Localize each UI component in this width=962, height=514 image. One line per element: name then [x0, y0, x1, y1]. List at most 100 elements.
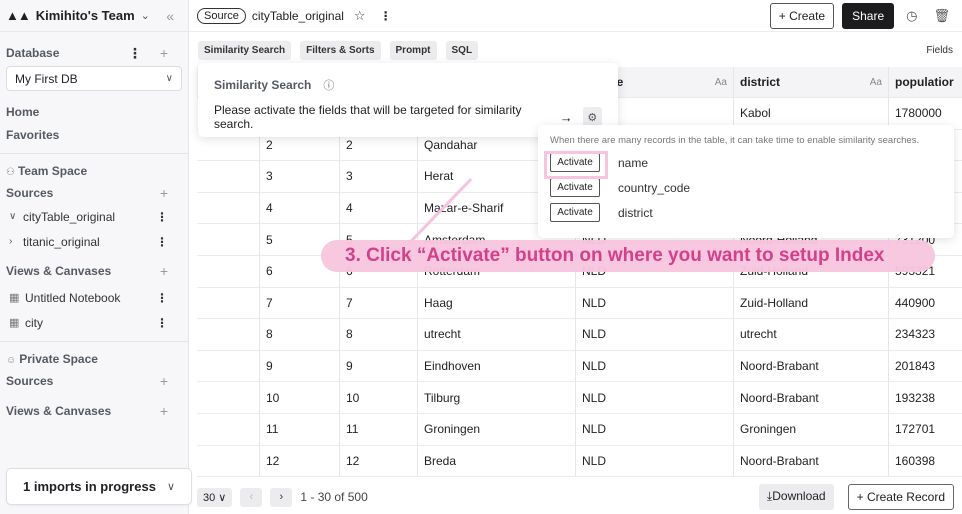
more-icon[interactable]: ⋮: [156, 235, 168, 249]
table-cell[interactable]: 1780000: [889, 98, 962, 129]
add-source-icon[interactable]: +: [160, 373, 168, 389]
table-cell[interactable]: 8: [260, 319, 340, 350]
table-row[interactable]: 9 9 Eindhoven NLD Noord-Brabant 201843: [197, 350, 962, 383]
view-item[interactable]: ▦ Untitled Notebook ⋮: [0, 285, 188, 310]
table-cell[interactable]: utrecht: [734, 319, 889, 350]
table-row[interactable]: 7 7 Haag NLD Zuid-Holland 440900: [197, 287, 962, 320]
table-cell[interactable]: [197, 382, 260, 413]
table-cell[interactable]: 440900: [889, 288, 962, 319]
table-cell[interactable]: NLD: [576, 413, 734, 445]
page-size-select[interactable]: 30 ∨: [197, 487, 233, 507]
table-cell[interactable]: 201843: [889, 351, 962, 382]
table-cell[interactable]: 7: [340, 287, 418, 319]
more-icon[interactable]: ⋮: [380, 9, 392, 23]
table-cell[interactable]: 11: [260, 413, 340, 445]
table-cell[interactable]: Breda: [418, 445, 576, 477]
table-cell[interactable]: [197, 413, 260, 445]
history-icon[interactable]: ◷: [902, 8, 921, 24]
chevron-down-icon[interactable]: ∨: [167, 480, 175, 493]
source-item[interactable]: ∨ cityTable_original ⋮: [0, 204, 188, 229]
table-row[interactable]: 12 12 Breda NLD Noord-Brabant 160398: [197, 445, 962, 478]
chevron-right-icon[interactable]: ›: [9, 236, 23, 247]
collapse-sidebar-icon[interactable]: «: [166, 8, 174, 24]
table-cell[interactable]: NLD: [576, 445, 734, 477]
table-row[interactable]: 11 11 Groningen NLD Groningen 172701: [197, 413, 962, 446]
table-cell[interactable]: 9: [260, 350, 340, 382]
table-cell[interactable]: utrecht: [418, 319, 576, 350]
table-cell[interactable]: 160398: [889, 446, 962, 477]
header-cell-population[interactable]: populatior: [889, 67, 962, 97]
nav-favorites[interactable]: Favorites: [0, 124, 188, 147]
table-cell[interactable]: Eindhoven: [418, 350, 576, 382]
chevron-down-icon[interactable]: ⌄: [141, 9, 150, 22]
similarity-search-button[interactable]: Similarity Search: [198, 41, 292, 60]
table-cell[interactable]: 4: [340, 192, 418, 224]
trash-icon[interactable]: 🗑︎: [929, 8, 954, 24]
star-icon[interactable]: ☆: [354, 8, 366, 24]
table-cell[interactable]: [197, 192, 260, 224]
add-database-icon[interactable]: +: [160, 45, 168, 62]
table-cell[interactable]: Zuid-Holland: [734, 287, 889, 319]
prev-page-button[interactable]: ‹: [240, 487, 263, 507]
activate-button[interactable]: Activate: [550, 178, 600, 197]
table-cell[interactable]: 10: [260, 382, 340, 413]
table-cell[interactable]: [197, 224, 260, 255]
table-cell[interactable]: Haag: [418, 287, 576, 319]
add-view-icon[interactable]: +: [160, 263, 168, 279]
fields-button[interactable]: Fields: [926, 45, 953, 56]
table-cell[interactable]: 12: [260, 445, 340, 477]
table-cell[interactable]: 4: [260, 192, 340, 224]
share-button[interactable]: Share: [842, 2, 895, 29]
table-cell[interactable]: 3: [340, 161, 418, 192]
gear-icon[interactable]: ⚙: [582, 107, 602, 127]
create-record-button[interactable]: + Create Record: [847, 484, 954, 510]
more-icon[interactable]: ⋮: [156, 291, 168, 305]
table-cell[interactable]: Noord-Brabant: [734, 350, 889, 382]
help-icon[interactable]: ⓘ: [323, 80, 334, 92]
table-cell[interactable]: NLD: [576, 350, 734, 382]
table-cell[interactable]: [197, 445, 260, 477]
table-cell[interactable]: 10: [340, 382, 418, 413]
table-cell[interactable]: [197, 255, 260, 287]
view-item[interactable]: ▦ city ⋮: [0, 310, 188, 335]
table-cell[interactable]: Kabol: [734, 98, 889, 129]
table-row[interactable]: 10 10 Tilburg NLD Noord-Brabant 193238: [197, 382, 962, 414]
nav-home[interactable]: Home: [0, 101, 188, 124]
table-cell[interactable]: [197, 287, 260, 319]
database-more-icon[interactable]: ⋮: [128, 45, 142, 62]
table-cell[interactable]: 172701: [889, 414, 962, 445]
imports-progress[interactable]: 1 imports in progress ∨: [6, 468, 192, 505]
table-cell[interactable]: 3: [260, 161, 340, 192]
table-row[interactable]: 8 8 utrecht NLD utrecht 234323: [197, 319, 962, 351]
create-button[interactable]: + Create: [769, 2, 835, 29]
table-cell[interactable]: Noord-Brabant: [734, 445, 889, 477]
table-cell[interactable]: [197, 350, 260, 382]
chevron-down-icon[interactable]: ∨: [9, 211, 23, 222]
table-cell[interactable]: 9: [340, 350, 418, 382]
activate-button[interactable]: Activate: [550, 203, 600, 222]
more-icon[interactable]: ⋮: [156, 316, 168, 330]
sql-button[interactable]: SQL: [445, 41, 479, 60]
team-name[interactable]: Kimihito's Team: [36, 8, 135, 23]
table-cell[interactable]: NLD: [576, 382, 734, 413]
table-cell[interactable]: Groningen: [734, 413, 889, 445]
database-select[interactable]: My First DB ∨: [6, 66, 182, 91]
download-button[interactable]: ⤓Download: [758, 484, 834, 510]
table-cell[interactable]: 193238: [889, 382, 962, 413]
filters-sorts-button[interactable]: Filters & Sorts: [300, 41, 381, 60]
table-cell[interactable]: NLD: [576, 319, 734, 350]
table-cell[interactable]: Tilburg: [418, 382, 576, 413]
add-source-icon[interactable]: +: [160, 185, 168, 201]
table-cell[interactable]: 12: [340, 445, 418, 477]
more-icon[interactable]: ⋮: [156, 210, 168, 224]
next-page-button[interactable]: ›: [270, 487, 293, 507]
table-cell[interactable]: 234323: [889, 319, 962, 350]
table-cell[interactable]: NLD: [576, 287, 734, 319]
table-cell[interactable]: [197, 319, 260, 350]
prompt-button[interactable]: Prompt: [389, 41, 437, 60]
table-cell[interactable]: 8: [340, 319, 418, 350]
table-cell[interactable]: [197, 161, 260, 192]
add-view-icon[interactable]: +: [160, 403, 168, 419]
source-item[interactable]: › titanic_original ⋮: [0, 229, 188, 254]
table-cell[interactable]: 11: [340, 413, 418, 445]
